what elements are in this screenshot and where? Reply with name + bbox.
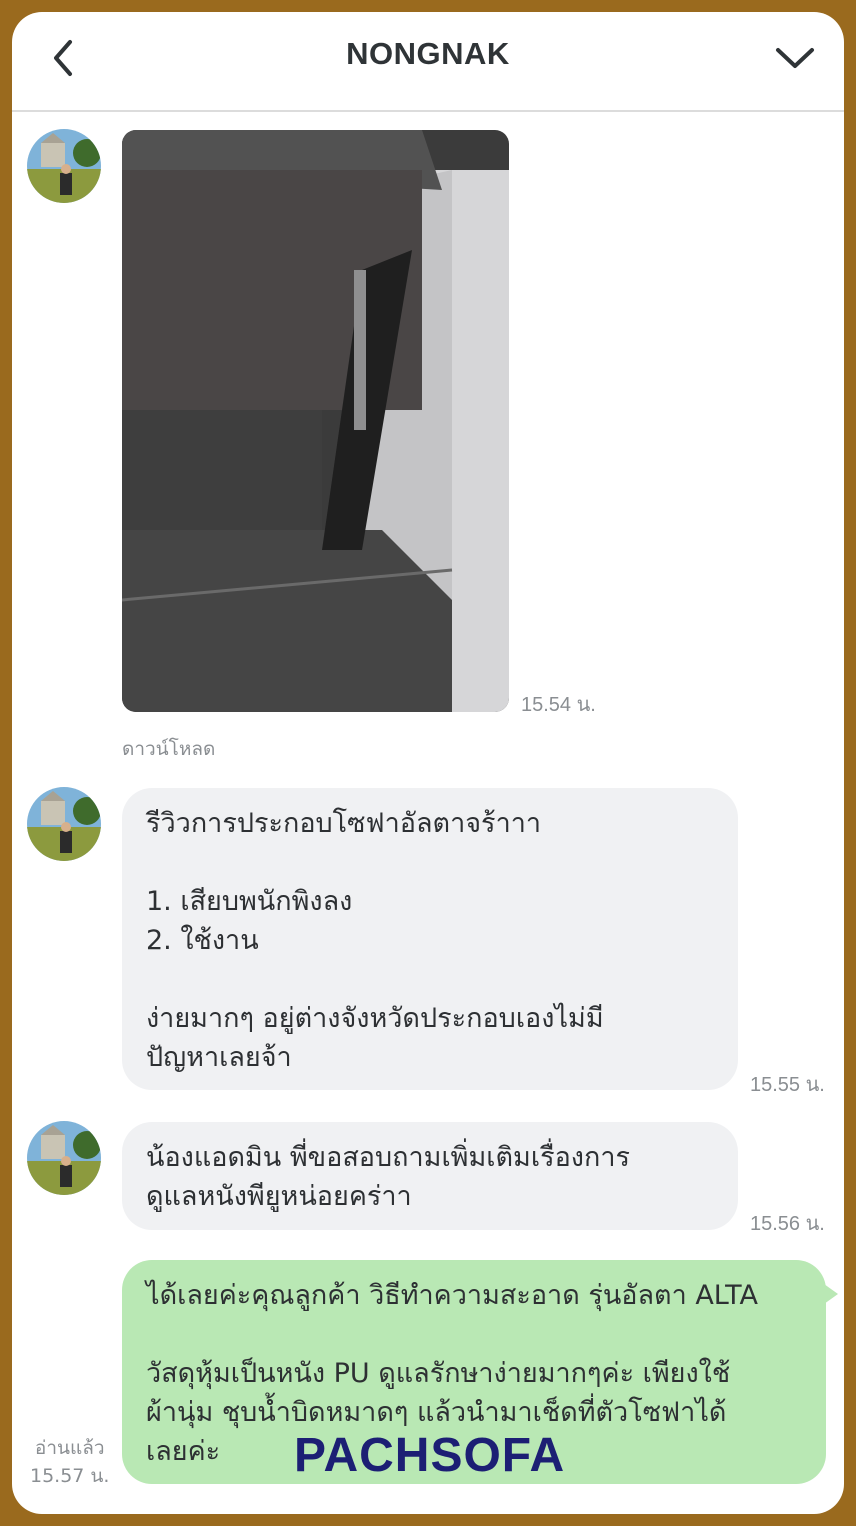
read-label: อ่านแล้ว: [34, 1437, 105, 1459]
message-time: 15.56 น.: [750, 1213, 825, 1235]
read-receipt: อ่านแล้ว 15.57 น.: [30, 1434, 109, 1490]
download-link[interactable]: ดาวน์โหลด: [122, 734, 215, 764]
message-bubble[interactable]: น้องแอดมิน พี่ขอสอบถามเพิ่มเติมเรื่องการ…: [122, 1122, 738, 1230]
message-time: 15.54 น.: [521, 694, 596, 716]
chevron-down-icon: [776, 48, 814, 68]
bubble-tail: [824, 1284, 838, 1304]
expand-button[interactable]: [768, 34, 822, 82]
message-bubble[interactable]: รีวิวการประกอบโซฟาอัลตาจร้าาา 1. เสียบพน…: [122, 788, 738, 1090]
sofa-image: [122, 130, 509, 712]
avatar-photo: [27, 1121, 101, 1195]
message-time: 15.55 น.: [750, 1074, 825, 1096]
avatar-photo: [27, 787, 101, 861]
shared-photo[interactable]: [122, 130, 509, 712]
chat-title: NONGNAK: [346, 36, 510, 71]
avatar[interactable]: [27, 787, 101, 861]
chat-header: NONGNAK: [12, 12, 844, 112]
avatar[interactable]: [27, 129, 101, 203]
avatar-photo: [27, 129, 101, 203]
brand-watermark: PACHSOFA: [294, 1429, 566, 1482]
avatar[interactable]: [27, 1121, 101, 1195]
message-time: 15.57 น.: [30, 1465, 110, 1487]
chat-screen: NONGNAK 15.54 น. ดาวน์โหลด รีวิวการประกอ…: [12, 12, 844, 1514]
